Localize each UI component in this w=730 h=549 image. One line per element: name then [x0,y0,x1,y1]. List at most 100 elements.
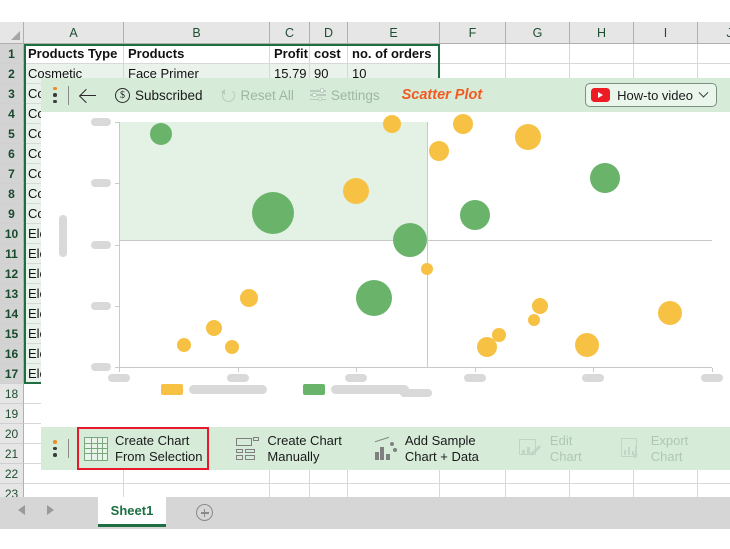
dollar-circle-icon: $ [115,87,130,103]
cell-J1[interactable] [698,44,730,64]
x-axis-tick [593,368,595,372]
cell-F1[interactable] [440,44,506,64]
chart-action-bar: Create Chart From Selection Create Chart Ma… [41,427,730,470]
howto-video-button[interactable]: How-to video [585,83,717,107]
cell-G1[interactable] [506,44,570,64]
scatter-point [421,263,434,275]
row-header-2[interactable]: 2 [0,64,24,84]
sheet-nav-arrows[interactable] [18,505,54,515]
howto-video-label: How-to video [617,87,693,103]
row-header-3[interactable]: 3 [0,84,24,104]
column-header-b[interactable]: B [124,22,270,44]
export-chart-line2: Chart [650,448,683,464]
column-header-c[interactable]: C [270,22,310,44]
action-bar-divider [68,439,69,458]
cell-D1[interactable]: cost [310,44,348,64]
create-chart-from-selection-line1: Create Chart [115,433,190,449]
scatter-point [476,337,497,358]
row-header-11[interactable]: 11 [0,244,24,264]
add-sheet-icon[interactable] [196,504,213,521]
row-header-17[interactable]: 17 [0,364,24,384]
row-header-21[interactable]: 21 [0,444,24,464]
x-axis-tick [474,368,476,372]
column-header-d[interactable]: D [310,22,348,44]
row-header-8[interactable]: 8 [0,184,24,204]
sliders-icon [309,88,326,102]
scatter-point [205,319,222,336]
column-header-i[interactable]: I [634,22,698,44]
y-axis-tick-label-placeholder [91,301,111,310]
row-header-15[interactable]: 15 [0,324,24,344]
x-axis-line [119,367,712,368]
cell-E1[interactable]: no. of orders [348,44,440,64]
sheet-tab-label: Sheet1 [110,503,154,518]
chevron-down-icon [698,87,709,98]
cell-I1[interactable] [634,44,698,64]
row-header-20[interactable]: 20 [0,424,24,444]
cell-H1[interactable] [570,44,634,64]
legend-swatch [303,384,325,395]
edit-chart-line2: Chart [549,448,582,464]
reset-all-button[interactable]: Reset All [221,88,294,103]
scatter-point [177,337,192,352]
panel-menu-icon[interactable] [48,86,62,104]
row-header-22[interactable]: 22 [0,464,24,484]
column-header-h[interactable]: H [570,22,634,44]
create-chart-from-selection-button[interactable]: Create Chart From Selection [77,427,210,470]
row-header-7[interactable]: 7 [0,164,24,184]
scatter-point [224,340,239,355]
create-chart-manually-line2: Manually [267,448,320,464]
row-header-12[interactable]: 12 [0,264,24,284]
scatter-point [515,123,542,150]
row-header-1[interactable]: 1 [0,44,24,64]
row-header-13[interactable]: 13 [0,284,24,304]
row-header-6[interactable]: 6 [0,144,24,164]
cell-B1[interactable]: Products [124,44,270,64]
column-header-a[interactable]: A [24,22,124,44]
chart-preview-area[interactable] [41,112,730,427]
row-header-5[interactable]: 5 [0,124,24,144]
y-axis-tick [115,122,119,123]
settings-button[interactable]: Settings [309,88,380,103]
scatter-point [252,191,295,234]
back-arrow-icon[interactable] [77,84,99,106]
select-all-corner[interactable] [0,22,24,44]
row-header-19[interactable]: 19 [0,404,24,424]
row-header-4[interactable]: 4 [0,104,24,124]
y-axis-tick-label-placeholder [91,363,111,371]
cell-A1[interactable]: Products Type [24,44,124,64]
y-axis-tick-label-placeholder [91,118,111,126]
x-axis-tick [119,368,120,372]
legend-label-placeholder [189,385,267,394]
next-sheet-icon[interactable] [47,505,54,515]
prev-sheet-icon[interactable] [18,505,25,515]
sheet-tab-sheet1[interactable]: Sheet1 [98,497,166,527]
y-axis-tick-label-placeholder [91,179,111,188]
x-axis-tick [237,368,239,372]
column-header-e[interactable]: E [348,22,440,44]
row-header-10[interactable]: 10 [0,224,24,244]
add-sample-chart-data-button[interactable]: Add Sample Chart + Data [369,429,484,468]
edit-pencil-chart-icon [518,437,543,461]
select-all-triangle-icon [11,31,20,40]
scatter-point [658,301,683,326]
y-axis-tick [115,305,119,307]
scatter-point [343,177,370,204]
addin-toolbar: $ Subscribed Reset All Settings Scatter … [41,78,730,112]
cell-C1[interactable]: Profit [270,44,310,64]
row-header-18[interactable]: 18 [0,384,24,404]
reset-arrow-icon [221,88,236,103]
chart-addin-panel: $ Subscribed Reset All Settings Scatter … [41,78,730,470]
create-chart-manually-button[interactable]: Create Chart Manually [231,429,346,468]
action-bar-menu-icon[interactable] [48,440,62,457]
row-header-9[interactable]: 9 [0,204,24,224]
scatter-point [528,314,541,327]
row-header-16[interactable]: 16 [0,344,24,364]
column-header-g[interactable]: G [506,22,570,44]
column-header-f[interactable]: F [440,22,506,44]
export-download-chart-icon [620,437,644,461]
row-header-14[interactable]: 14 [0,304,24,324]
y-axis-tick [115,183,119,185]
column-header-j[interactable]: J [698,22,730,44]
subscribed-status[interactable]: $ Subscribed [115,87,203,103]
